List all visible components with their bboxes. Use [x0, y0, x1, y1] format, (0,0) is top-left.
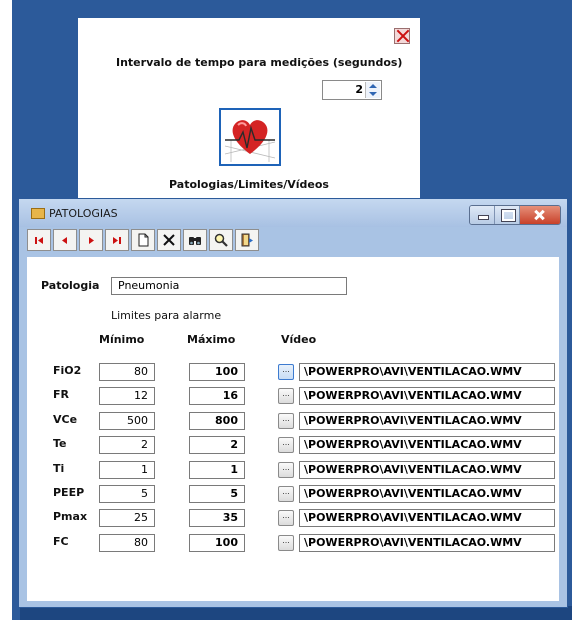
patologias-window: PATOLOGIAS Patologia Pneumonia Limites p… [18, 198, 568, 608]
browse-button[interactable]: ... [278, 486, 294, 502]
video-path-field[interactable]: \POWERPRO\AVI\VENTILACAO.WMV [299, 534, 555, 552]
video-path-field[interactable]: \POWERPRO\AVI\VENTILACAO.WMV [299, 387, 555, 405]
max-field[interactable]: 5 [189, 485, 245, 503]
param-label: FC [53, 535, 69, 548]
binoculars-icon [189, 237, 201, 245]
delete-icon [163, 234, 175, 246]
video-path-field[interactable]: \POWERPRO\AVI\VENTILACAO.WMV [299, 461, 555, 479]
browse-button[interactable]: ... [278, 510, 294, 526]
patologia-label: Patologia [41, 279, 100, 292]
maximize-icon[interactable] [495, 206, 520, 224]
video-path-field[interactable]: \POWERPRO\AVI\VENTILACAO.WMV [299, 436, 555, 454]
min-field[interactable]: 1 [99, 461, 155, 479]
video-path-field[interactable]: \POWERPRO\AVI\VENTILACAO.WMV [299, 412, 555, 430]
magnifier-icon [214, 233, 228, 247]
interval-value[interactable]: 2 [355, 83, 363, 96]
min-field[interactable]: 12 [99, 387, 155, 405]
min-field[interactable]: 2 [99, 436, 155, 454]
param-label: Pmax [53, 510, 88, 523]
min-field[interactable]: 500 [99, 412, 155, 430]
next-record-button[interactable] [79, 229, 103, 251]
column-header-min: Mínimo [99, 333, 145, 346]
param-label: FR [53, 388, 69, 401]
minimize-icon[interactable] [470, 206, 495, 224]
find-button[interactable] [183, 229, 207, 251]
interval-label: Intervalo de tempo para medições (segund… [116, 56, 403, 69]
max-field[interactable]: 35 [189, 509, 245, 527]
param-label: VCe [53, 413, 78, 426]
video-path-field[interactable]: \POWERPRO\AVI\VENTILACAO.WMV [299, 509, 555, 527]
exit-door-icon [241, 233, 253, 247]
param-label: FiO2 [53, 364, 82, 377]
title-bar[interactable]: PATOLOGIAS [19, 199, 567, 227]
delete-record-button[interactable] [157, 229, 181, 251]
param-label: PEEP [53, 486, 85, 499]
first-record-icon [35, 237, 43, 244]
video-path-field[interactable]: \POWERPRO\AVI\VENTILACAO.WMV [299, 485, 555, 503]
browse-button[interactable]: ... [278, 364, 294, 380]
min-field[interactable]: 5 [99, 485, 155, 503]
min-field[interactable]: 80 [99, 534, 155, 552]
spinner-arrows-icon[interactable] [365, 82, 380, 98]
min-field[interactable]: 80 [99, 363, 155, 381]
prev-record-icon [62, 237, 67, 244]
search-button[interactable] [209, 229, 233, 251]
min-field[interactable]: 25 [99, 509, 155, 527]
window-title: PATOLOGIAS [49, 207, 118, 220]
interval-spinner[interactable]: 2 [322, 80, 382, 100]
close-icon[interactable] [394, 28, 410, 44]
new-record-icon [138, 233, 149, 247]
column-header-max: Máximo [187, 333, 236, 346]
column-header-video: Vídeo [281, 333, 317, 346]
pathology-button-caption: Patologias/Limites/Vídeos [169, 178, 329, 191]
browse-button[interactable]: ... [278, 388, 294, 404]
patologia-field[interactable]: Pneumonia [111, 277, 347, 295]
folder-icon [31, 208, 45, 219]
limits-title: Limites para alarme [111, 309, 222, 322]
max-field[interactable]: 100 [189, 534, 245, 552]
first-record-button[interactable] [27, 229, 51, 251]
max-field[interactable]: 800 [189, 412, 245, 430]
close-window-icon[interactable] [520, 206, 560, 224]
exit-button[interactable] [235, 229, 259, 251]
browse-button[interactable]: ... [278, 437, 294, 453]
prev-record-button[interactable] [53, 229, 77, 251]
new-record-button[interactable] [131, 229, 155, 251]
pathology-limits-videos-button[interactable] [219, 108, 281, 166]
interval-dialog: Intervalo de tempo para medições (segund… [78, 18, 420, 198]
browse-button[interactable]: ... [278, 413, 294, 429]
navigation-toolbar [27, 229, 259, 255]
browse-button[interactable]: ... [278, 535, 294, 551]
last-record-button[interactable] [105, 229, 129, 251]
form-area: Patologia Pneumonia Limites para alarme … [27, 257, 559, 601]
max-field[interactable]: 16 [189, 387, 245, 405]
max-field[interactable]: 1 [189, 461, 245, 479]
last-record-icon [113, 237, 121, 244]
heart-monitor-icon [221, 110, 279, 164]
next-record-icon [89, 237, 94, 244]
max-field[interactable]: 2 [189, 436, 245, 454]
param-label: Ti [53, 462, 65, 475]
browse-button[interactable]: ... [278, 462, 294, 478]
param-label: Te [53, 437, 67, 450]
video-path-field[interactable]: \POWERPRO\AVI\VENTILACAO.WMV [299, 363, 555, 381]
max-field[interactable]: 100 [189, 363, 245, 381]
desktop-edge [20, 606, 572, 620]
window-controls [469, 205, 561, 225]
